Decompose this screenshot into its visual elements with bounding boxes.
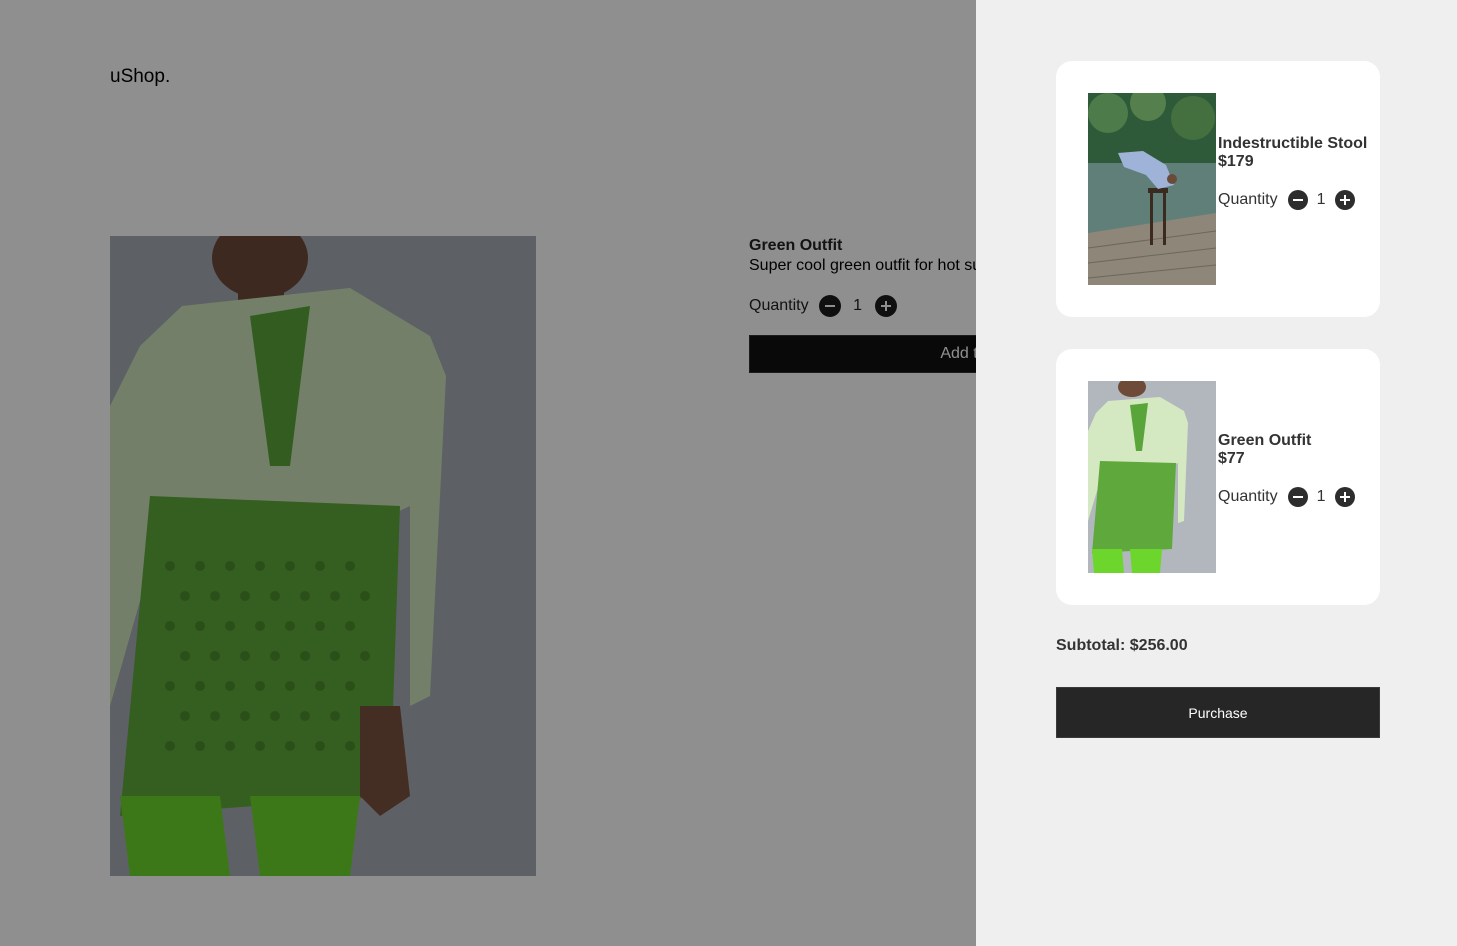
cart-item-info: Indestructible Stool $179 Quantity 1 <box>1218 135 1368 210</box>
increase-quantity-button[interactable] <box>1334 487 1355 507</box>
cart-subtotal: Subtotal: $256.00 <box>1056 637 1188 654</box>
quantity-value: 1 <box>1316 191 1326 208</box>
decrease-quantity-button[interactable] <box>1287 190 1308 210</box>
plus-icon <box>1339 195 1350 205</box>
green-outfit-photo-icon <box>1088 381 1216 573</box>
purchase-button[interactable]: Purchase <box>1056 687 1380 738</box>
minus-icon <box>1292 496 1303 498</box>
quantity-label: Quantity <box>1218 191 1278 208</box>
cart-item-price: $179 <box>1218 153 1254 170</box>
quantity-value: 1 <box>1316 488 1326 505</box>
minus-icon <box>1292 199 1303 201</box>
cart-item-name: Indestructible Stool <box>1218 135 1368 152</box>
plus-icon <box>1339 492 1350 502</box>
quantity-label: Quantity <box>1218 488 1278 505</box>
cart-item: Indestructible Stool $179 Quantity 1 <box>1056 61 1380 317</box>
cart-item-quantity-control: Quantity 1 <box>1218 487 1368 507</box>
stool-photo-icon <box>1088 93 1216 285</box>
decrease-quantity-button[interactable] <box>1287 487 1308 507</box>
cart-item: Green Outfit $77 Quantity 1 <box>1056 349 1380 605</box>
cart-drawer: Indestructible Stool $179 Quantity 1 Gre… <box>976 0 1457 946</box>
cart-item-quantity-control: Quantity 1 <box>1218 190 1368 210</box>
modal-backdrop[interactable] <box>0 0 976 946</box>
cart-item-image <box>1088 381 1216 573</box>
cart-item-info: Green Outfit $77 Quantity 1 <box>1218 432 1368 507</box>
cart-item-image <box>1088 93 1216 285</box>
cart-item-name: Green Outfit <box>1218 432 1312 449</box>
increase-quantity-button[interactable] <box>1334 190 1355 210</box>
cart-item-price: $77 <box>1218 450 1245 467</box>
